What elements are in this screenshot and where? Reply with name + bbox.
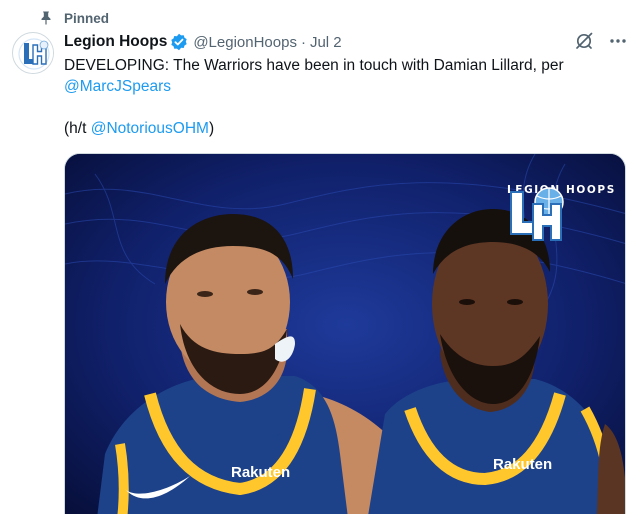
mention-link-notoriousohm[interactable]: @NotoriousOHM bbox=[91, 120, 209, 137]
hat-tip-prefix: (h/t bbox=[64, 120, 91, 137]
tweet-text: DEVELOPING: The Warriors have been in to… bbox=[64, 55, 630, 139]
tweet-date[interactable]: Jul 2 bbox=[310, 34, 342, 51]
pinned-label: Pinned bbox=[64, 10, 110, 26]
header-actions bbox=[574, 31, 628, 51]
mention-link-marcjspears[interactable]: @MarcJSpears bbox=[64, 78, 171, 95]
author-name[interactable]: Legion Hoops bbox=[64, 33, 167, 51]
avatar[interactable] bbox=[12, 32, 54, 74]
grok-icon[interactable] bbox=[574, 31, 594, 51]
more-icon[interactable] bbox=[608, 31, 628, 51]
jersey-number: 16 bbox=[270, 432, 282, 443]
legion-hoops-brand: LEGION HOOPS bbox=[507, 184, 614, 241]
pinned-indicator: Pinned bbox=[38, 8, 109, 28]
hat-tip-suffix: ) bbox=[208, 120, 215, 137]
verified-icon[interactable] bbox=[170, 33, 188, 51]
tweet-text-line1: DEVELOPING: The Warriors have been in to… bbox=[64, 57, 564, 74]
hat-tip-line: (h/t @NotoriousOHM) bbox=[64, 118, 630, 139]
author-handle[interactable]: @LegionHoops bbox=[193, 34, 297, 51]
legion-hoops-logo bbox=[510, 187, 564, 241]
jersey-sponsor-right: Rakuten bbox=[493, 456, 553, 473]
separator-dot: · bbox=[300, 33, 306, 51]
tweet-media-image[interactable]: LEGION HOOPS Rakuten Rakuten 16 bbox=[64, 153, 626, 514]
tweet-header: Legion Hoops @LegionHoops · Jul 2 bbox=[64, 31, 628, 53]
pin-icon bbox=[38, 10, 54, 26]
jersey-sponsor-left: Rakuten bbox=[231, 464, 291, 481]
